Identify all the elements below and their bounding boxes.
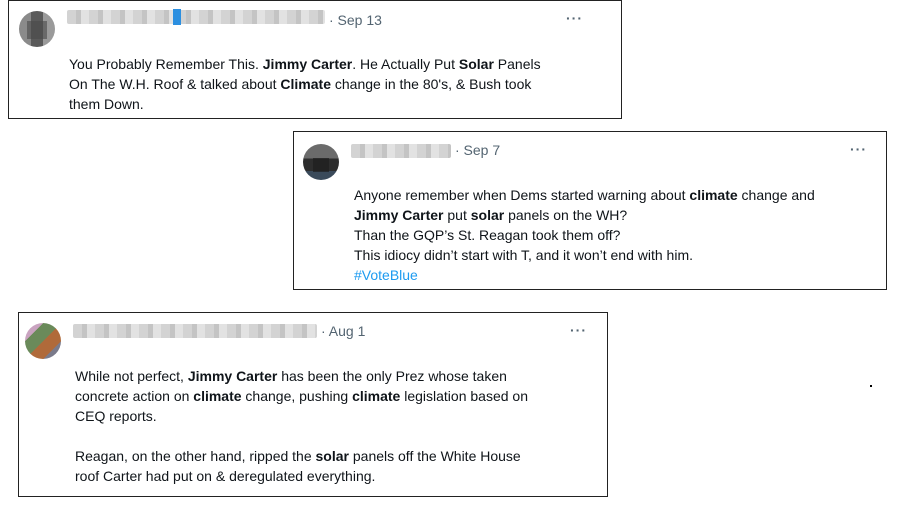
bold-keyword: Jimmy Carter [262, 56, 353, 72]
stray-dot [870, 385, 872, 387]
tweet-date[interactable]: · Sep 13 [329, 12, 382, 28]
text-segment: While not perfect, [75, 368, 188, 384]
tweet-card[interactable]: · Sep 7 ··· Anyone remember when Dems st… [293, 131, 887, 290]
text-segment: Anyone remember when Dems started warnin… [354, 187, 690, 203]
text-segment: put [443, 207, 471, 223]
tweet-line: #VoteBlue [354, 265, 874, 285]
tweet-line: You Probably Remember This. Jimmy Carter… [69, 54, 609, 74]
text-segment: panels off the White House [348, 448, 521, 464]
tweet-line: Than the GQP’s St. Reagan took them off? [354, 225, 874, 245]
text-segment: On The W.H. Roof & talked about [69, 76, 281, 92]
blurred-username[interactable] [67, 10, 325, 24]
tweet-text: Anyone remember when Dems started warnin… [354, 185, 874, 285]
paragraph-break [75, 426, 585, 446]
text-segment: CEQ reports. [75, 408, 157, 424]
bold-keyword: Jimmy Carter [354, 207, 444, 223]
tweet-card[interactable]: · Sep 13 ··· You Probably Remember This.… [8, 0, 622, 119]
blurred-username[interactable] [73, 324, 317, 338]
more-options-icon[interactable]: ··· [570, 322, 587, 338]
text-segment: change, pushing [241, 388, 353, 404]
tweet-line: Anyone remember when Dems started warnin… [354, 185, 874, 205]
text-segment: change in the 80's, & Bush took [331, 76, 532, 92]
text-segment: change and [737, 187, 815, 203]
text-segment: Than the GQP’s St. Reagan took them off? [354, 227, 621, 243]
text-segment: them Down. [69, 96, 144, 112]
more-options-icon[interactable]: ··· [566, 10, 583, 26]
text-segment: legislation based on [400, 388, 528, 404]
tweet-card[interactable]: · Aug 1 ··· While not perfect, Jimmy Car… [18, 312, 608, 497]
text-segment: Panels [493, 56, 541, 72]
text-segment: Reagan, on the other hand, ripped the [75, 448, 316, 464]
bold-keyword: solar [315, 448, 349, 464]
text-segment: panels on the WH? [504, 207, 628, 223]
tweet-date[interactable]: · Sep 7 [455, 142, 500, 158]
text-segment: has been the only Prez whose taken [277, 368, 507, 384]
tweet-line: roof Carter had put on & deregulated eve… [75, 466, 585, 486]
bold-keyword: climate [193, 388, 242, 404]
bold-keyword: Solar [458, 56, 494, 72]
text-segment: . He Actually Put [352, 56, 459, 72]
bold-keyword: climate [352, 388, 401, 404]
tweet-line: Jimmy Carter put solar panels on the WH? [354, 205, 874, 225]
blurred-username[interactable] [351, 144, 451, 158]
tweet-line: This idiocy didn’t start with T, and it … [354, 245, 874, 265]
tweet-line: While not perfect, Jimmy Carter has been… [75, 366, 585, 386]
avatar[interactable] [25, 323, 61, 359]
text-segment: You Probably Remember This. [69, 56, 263, 72]
tweet-text: While not perfect, Jimmy Carter has been… [75, 366, 585, 486]
tweet-text: You Probably Remember This. Jimmy Carter… [69, 54, 609, 114]
tweet-line: concrete action on climate change, pushi… [75, 386, 585, 406]
text-segment: This idiocy didn’t start with T, and it … [354, 247, 694, 263]
bold-keyword: Jimmy Carter [187, 368, 278, 384]
tweet-line: On The W.H. Roof & talked about Climate … [69, 74, 609, 94]
tweet-date[interactable]: · Aug 1 [321, 323, 365, 339]
more-options-icon[interactable]: ··· [850, 141, 867, 157]
bold-keyword: solar [470, 207, 505, 223]
hashtag-link[interactable]: #VoteBlue [354, 267, 418, 283]
text-segment: roof Carter had put on & deregulated eve… [75, 468, 376, 484]
tweet-line: CEQ reports. [75, 406, 585, 426]
avatar[interactable] [303, 144, 339, 180]
tweet-line: them Down. [69, 94, 609, 114]
verified-badge-icon [173, 9, 181, 25]
text-segment: concrete action on [75, 388, 194, 404]
avatar[interactable] [19, 11, 55, 47]
bold-keyword: climate [689, 187, 738, 203]
bold-keyword: Climate [280, 76, 331, 92]
tweet-line: Reagan, on the other hand, ripped the so… [75, 446, 585, 466]
